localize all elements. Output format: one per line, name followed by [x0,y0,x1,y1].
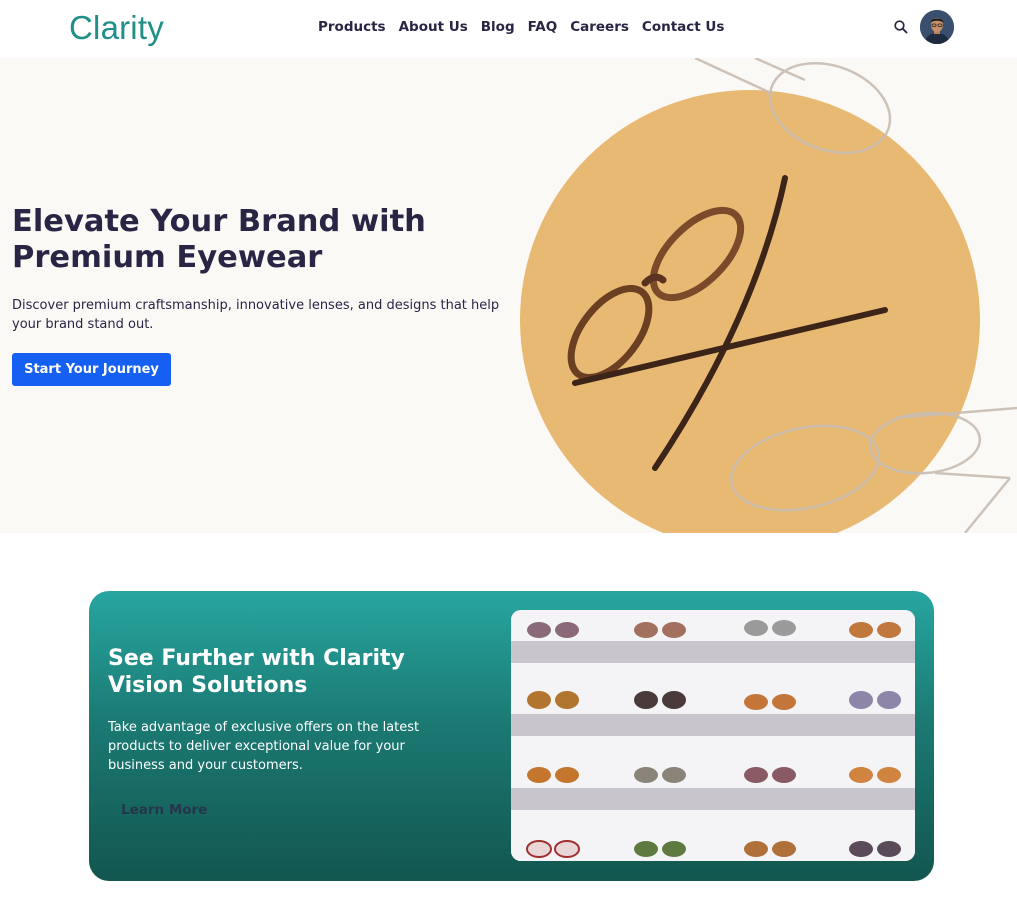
hero-subtitle: Discover premium craftsmanship, innovati… [12,298,500,332]
nav-contact-us[interactable]: Contact Us [642,19,725,36]
promo-text: Take advantage of exclusive offers on th… [108,720,420,773]
hero-title: Elevate Your Brand with Premium Eyewear [12,204,426,275]
nav-products[interactable]: Products [318,19,386,36]
nav-careers[interactable]: Careers [570,19,629,36]
site-header: Clarity Products About Us Blog FAQ Caree… [0,0,1017,58]
brand-logo[interactable]: Clarity [69,8,164,48]
start-journey-button[interactable]: Start Your Journey [12,353,171,386]
user-avatar[interactable] [920,10,954,44]
hero-eyewear-image [520,58,1017,533]
promo-title: See Further with Clarity Vision Solution… [108,646,405,698]
nav-faq[interactable]: FAQ [528,19,558,36]
hero-section: Elevate Your Brand with Premium Eyewear … [0,58,1017,533]
nav-about-us[interactable]: About Us [399,19,468,36]
main-nav: Products About Us Blog FAQ Careers Conta… [318,19,737,36]
sunglasses-display-image [511,610,915,861]
promo-card: See Further with Clarity Vision Solution… [89,591,934,881]
nav-blog[interactable]: Blog [481,19,515,36]
learn-more-button[interactable]: Learn More [121,802,207,818]
search-icon[interactable] [893,19,909,35]
